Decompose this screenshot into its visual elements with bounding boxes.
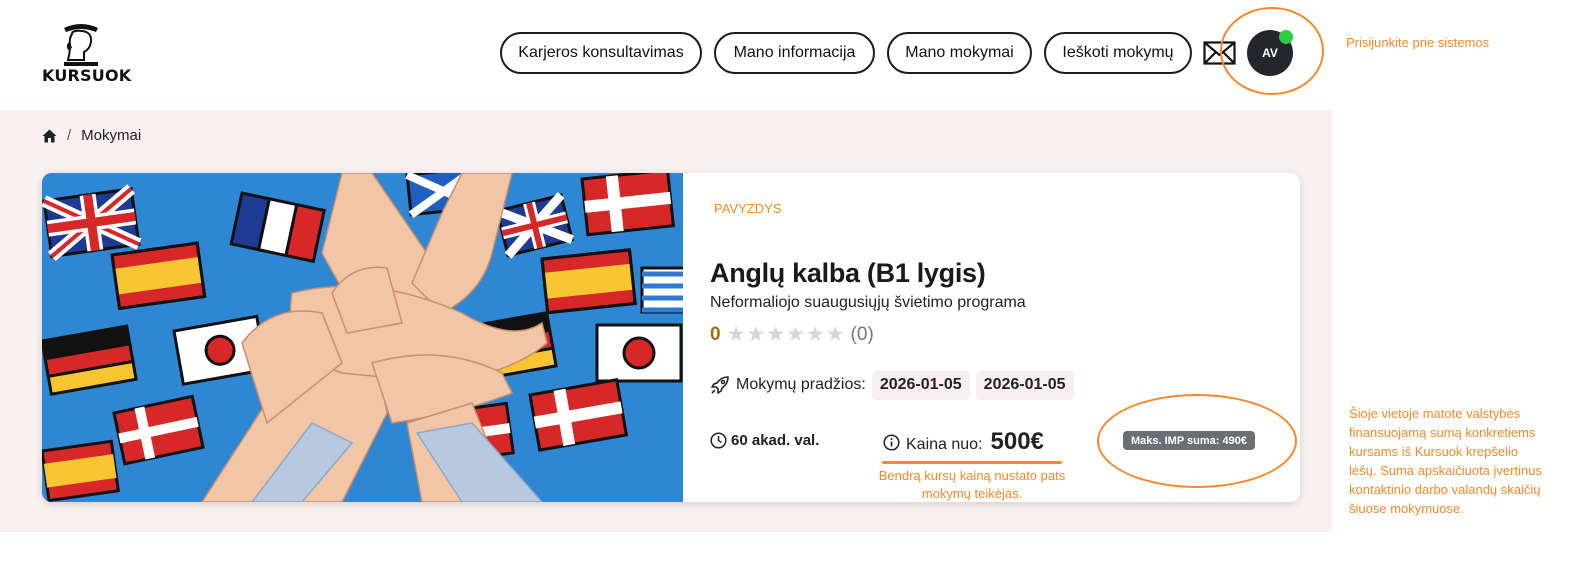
course-image xyxy=(42,173,683,502)
nav-my-trainings[interactable]: Mano mokymai xyxy=(887,32,1032,74)
course-hours: 60 akad. val. xyxy=(710,432,819,449)
course-rating: 0 ★★★★★★ (0) xyxy=(710,322,874,347)
rocket-icon xyxy=(711,376,729,394)
login-annotation-ring xyxy=(1220,7,1324,95)
nav-my-information[interactable]: Mano informacija xyxy=(714,32,875,74)
rating-stars-icon: ★★★★★★ xyxy=(726,323,846,346)
clock-icon xyxy=(710,432,727,449)
info-icon[interactable] xyxy=(883,434,900,451)
logo-figure-icon xyxy=(64,24,98,66)
logo-text: KURSUOK xyxy=(42,66,132,85)
start-date-2: 2026-01-05 xyxy=(975,370,1074,400)
hours-value: 60 akad. val. xyxy=(731,432,820,449)
nav-search-trainings[interactable]: Ieškoti mokymų xyxy=(1044,32,1192,74)
kursuok-logo[interactable]: KURSUOK xyxy=(40,22,132,85)
rating-count: (0) xyxy=(850,323,874,345)
top-header: KURSUOK Karjeros konsultavimas Mano info… xyxy=(0,0,1332,110)
flags-hands-illustration xyxy=(42,173,683,502)
start-date-1: 2026-01-05 xyxy=(871,370,970,400)
price-annotation-underline xyxy=(882,461,1062,464)
course-title[interactable]: Anglų kalba (B1 lygis) xyxy=(710,258,986,289)
imp-annotation-ring xyxy=(1097,394,1297,488)
breadcrumb-current[interactable]: Mokymai xyxy=(81,127,141,144)
app-root: KURSUOK Karjeros konsultavimas Mano info… xyxy=(0,0,1596,580)
start-label: Mokymų pradžios: xyxy=(736,376,866,393)
price-label: Kaina nuo: xyxy=(906,436,983,453)
course-tag: PAVYZDYS xyxy=(714,201,782,216)
course-subtitle: Neformaliojo suaugusiųjų švietimo progra… xyxy=(710,294,1026,311)
home-icon[interactable] xyxy=(42,129,57,143)
price-value: 500€ xyxy=(990,428,1044,455)
breadcrumb: / Mokymai xyxy=(42,127,141,144)
login-annotation-text: Prisijunkite prie sistemos xyxy=(1346,35,1490,50)
imp-annotation-text: Šioje vietoje matote valstybės finansuoj… xyxy=(1349,406,1542,516)
rating-score: 0 xyxy=(710,323,721,345)
course-start-row: Mokymų pradžios: 2026-01-05 2026-01-05 xyxy=(710,369,1074,401)
breadcrumb-separator: / xyxy=(67,127,72,144)
price-annotation-text: Bendrą kursų kainą nustato pats mokymų t… xyxy=(878,468,1066,501)
course-price: Kaina nuo: 500€ xyxy=(883,428,1044,456)
nav-career-consulting[interactable]: Karjeros konsultavimas xyxy=(500,32,702,74)
